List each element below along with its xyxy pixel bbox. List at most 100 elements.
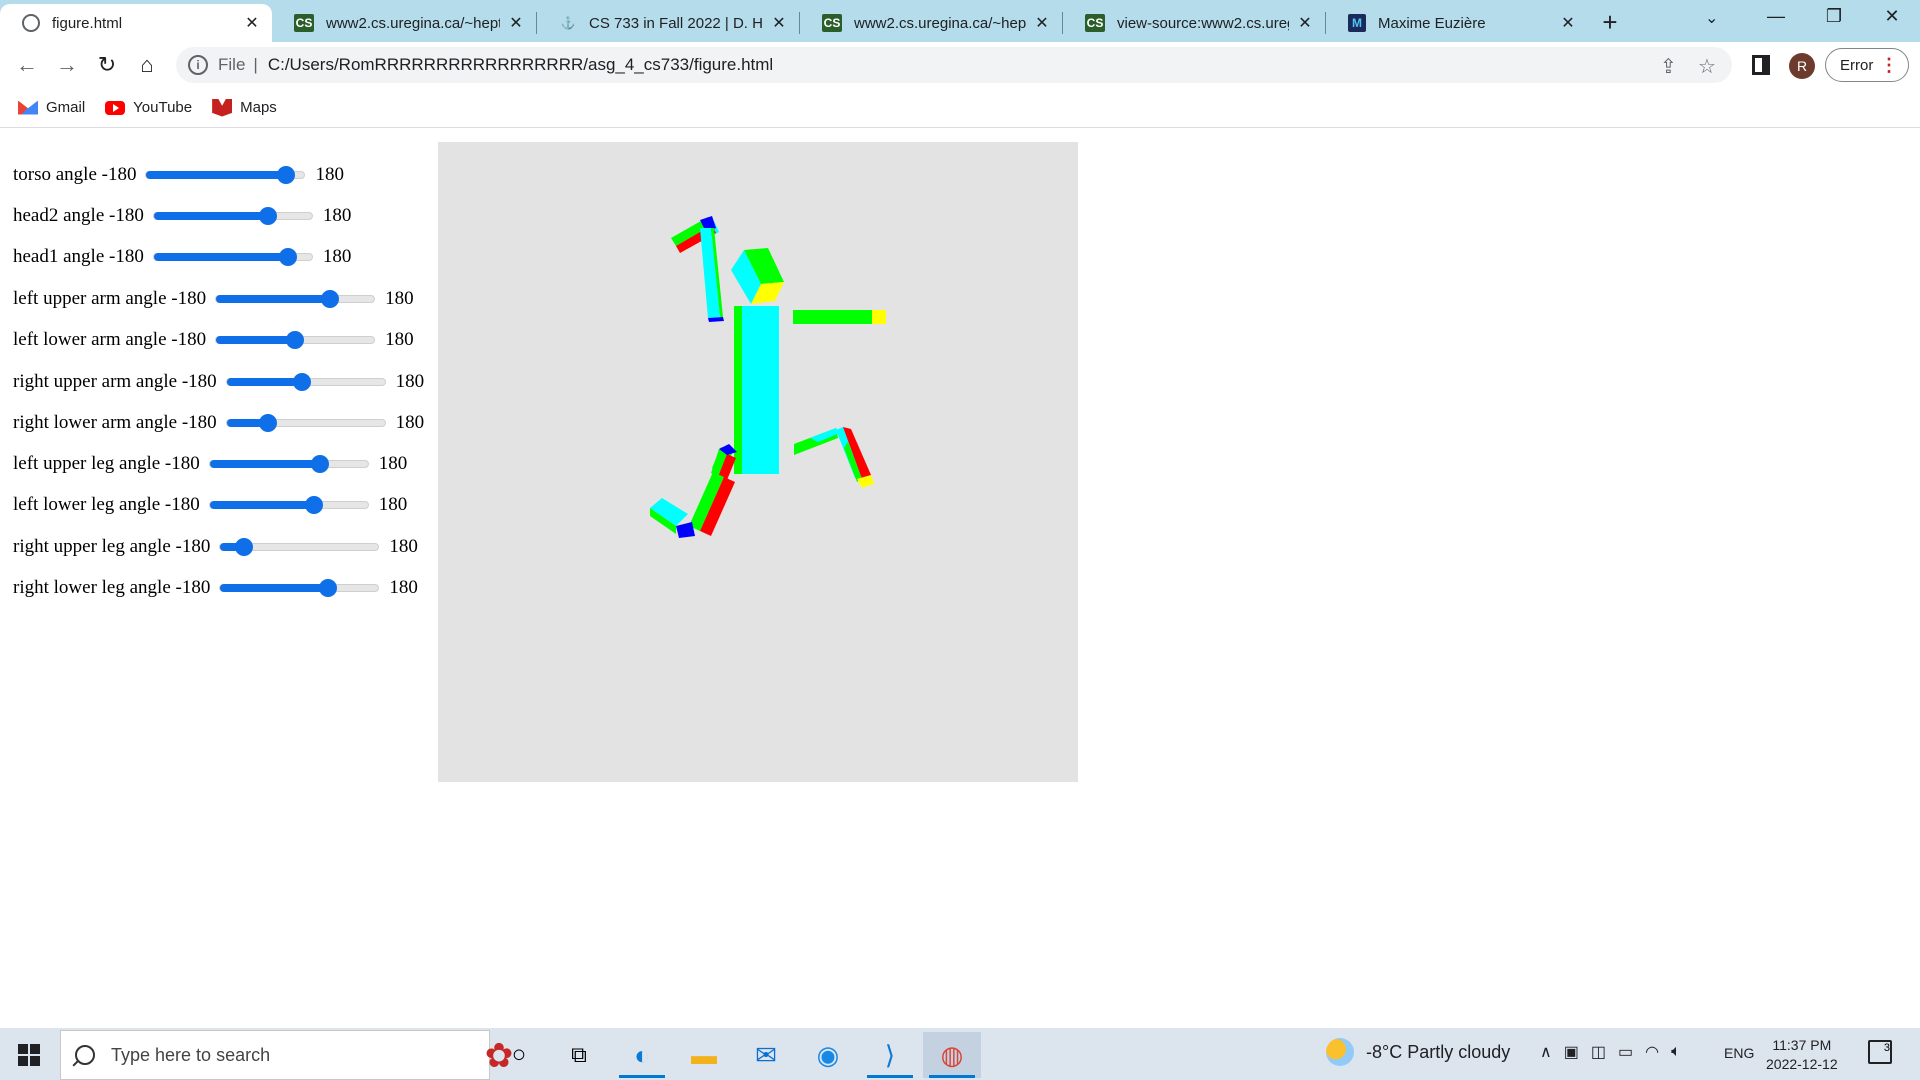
slider-fill bbox=[153, 253, 289, 261]
home-icon[interactable]: ⌂ bbox=[132, 50, 162, 80]
slider-thumb[interactable] bbox=[235, 538, 254, 556]
side-panel-icon[interactable] bbox=[1752, 55, 1770, 75]
slider-label: right upper leg angle -180 bbox=[13, 536, 211, 557]
angle-slider[interactable] bbox=[225, 373, 386, 391]
tab-uregina-2[interactable]: CS www2.cs.uregina.ca/~hepti ✕ bbox=[800, 4, 1062, 42]
close-icon[interactable]: ✕ bbox=[769, 13, 789, 33]
bookmark-gmail[interactable]: Gmail bbox=[18, 99, 85, 116]
chrome-icon[interactable]: ◍ bbox=[923, 1032, 981, 1078]
scheme-label: File bbox=[218, 55, 246, 74]
slider-label: head1 angle -180 bbox=[13, 246, 144, 267]
tab-search-chevron-icon[interactable]: ⌄ bbox=[1705, 8, 1718, 28]
file-explorer-icon[interactable]: ▬ bbox=[675, 1032, 733, 1078]
slider-label: left upper leg angle -180 bbox=[13, 453, 200, 474]
windows-start-icon[interactable] bbox=[18, 1044, 40, 1066]
slider-thumb[interactable] bbox=[311, 455, 330, 473]
messenger-icon[interactable]: ◉ bbox=[799, 1032, 857, 1078]
taskbar-search-box[interactable]: Type here to search ✿ bbox=[60, 1030, 513, 1080]
close-icon[interactable]: ✕ bbox=[1558, 13, 1578, 33]
slider-thumb[interactable] bbox=[305, 496, 324, 514]
volume-icon[interactable]: 🔈︎ bbox=[1671, 1043, 1681, 1061]
angle-slider[interactable] bbox=[152, 207, 313, 225]
wifi-icon[interactable]: ◠ bbox=[1645, 1042, 1659, 1062]
close-icon[interactable]: ✕ bbox=[506, 13, 526, 33]
webgl-canvas[interactable] bbox=[438, 142, 1078, 782]
slider-thumb[interactable] bbox=[258, 207, 277, 225]
close-icon[interactable]: ✕ bbox=[1032, 13, 1052, 33]
slider-thumb[interactable] bbox=[286, 331, 305, 349]
error-button[interactable]: Error ⋮ bbox=[1825, 48, 1909, 82]
close-icon[interactable]: ✕ bbox=[1295, 13, 1315, 33]
angle-slider[interactable] bbox=[219, 538, 380, 556]
slider-thumb[interactable] bbox=[293, 373, 312, 391]
angle-slider[interactable] bbox=[225, 414, 386, 432]
slider-max-label: 180 bbox=[378, 494, 408, 515]
new-tab-button[interactable]: + bbox=[1596, 9, 1624, 37]
slider-thumb[interactable] bbox=[276, 166, 295, 184]
close-icon[interactable]: ✕ bbox=[242, 13, 262, 33]
slider-max-label: 180 bbox=[389, 536, 418, 557]
bookmark-maps[interactable]: Maps bbox=[212, 98, 277, 117]
language-indicator[interactable]: ENG bbox=[1724, 1045, 1754, 1061]
task-view-icon[interactable]: ⧉ bbox=[550, 1032, 608, 1078]
info-icon[interactable]: i bbox=[188, 55, 208, 75]
notification-center-icon[interactable]: 3 bbox=[1868, 1040, 1892, 1064]
angle-slider[interactable] bbox=[215, 331, 376, 349]
tab-maxime-euziere[interactable]: M Maxime Euzière ✕ bbox=[1326, 4, 1588, 42]
network-drive-icon[interactable]: ◫ bbox=[1591, 1042, 1606, 1062]
url-text[interactable]: C:/Users/RomRRRRRRRRRRRRRRRRR/asg_4_cs73… bbox=[268, 55, 773, 75]
slider-thumb[interactable] bbox=[258, 414, 277, 432]
slider-thumb[interactable] bbox=[318, 579, 337, 597]
forward-arrow-icon[interactable]: → bbox=[52, 50, 82, 80]
slider-max-label: 180 bbox=[385, 288, 414, 309]
tab-cs733[interactable]: ⚓ CS 733 in Fall 2022 | D. H. H ✕ bbox=[537, 4, 799, 42]
tab-title: www2.cs.uregina.ca/~hepti bbox=[326, 14, 500, 32]
angle-slider[interactable] bbox=[208, 455, 369, 473]
mt-favicon-icon: M bbox=[1348, 14, 1366, 32]
slider-max-label: 180 bbox=[389, 577, 418, 598]
back-arrow-icon[interactable]: ← bbox=[12, 50, 42, 80]
reload-icon[interactable]: ↻ bbox=[92, 50, 122, 80]
slider-row: left upper arm angle -180 180 bbox=[13, 284, 414, 314]
profile-avatar[interactable]: R bbox=[1789, 53, 1815, 79]
page-content: torso angle -180 180 head2 angle -180 180 he… bbox=[0, 129, 1920, 1028]
slider-fill bbox=[216, 336, 296, 344]
slider-thumb[interactable] bbox=[320, 290, 339, 308]
battery-icon[interactable]: ▭ bbox=[1618, 1042, 1633, 1062]
mcafee-maps-icon bbox=[212, 98, 233, 117]
torso-side bbox=[734, 306, 742, 474]
cs-favicon-icon: CS bbox=[822, 14, 842, 32]
bookmark-youtube[interactable]: YouTube bbox=[105, 99, 192, 116]
minimize-icon[interactable]: — bbox=[1756, 6, 1796, 34]
slider-label: left upper arm angle -180 bbox=[13, 288, 207, 309]
mail-icon[interactable]: ✉ bbox=[737, 1032, 795, 1078]
window-close-icon[interactable]: ✕ bbox=[1872, 6, 1912, 34]
edge-icon[interactable]: ◐ bbox=[613, 1032, 671, 1078]
globe-icon bbox=[22, 14, 40, 32]
angle-slider[interactable] bbox=[152, 248, 313, 266]
weather-widget[interactable]: -8°C Partly cloudy bbox=[1326, 1038, 1510, 1066]
restore-icon[interactable]: ❐ bbox=[1814, 6, 1854, 34]
bookmark-label: Maps bbox=[240, 99, 277, 116]
angle-slider[interactable] bbox=[219, 579, 380, 597]
share-icon[interactable]: ⇪ bbox=[1660, 54, 1677, 79]
angle-slider[interactable] bbox=[215, 290, 376, 308]
meet-now-icon[interactable]: ▣ bbox=[1564, 1042, 1579, 1062]
angle-slider[interactable] bbox=[208, 496, 369, 514]
bookmarks-bar: Gmail YouTube Maps bbox=[0, 88, 1920, 128]
tab-figure-html[interactable]: figure.html ✕ bbox=[0, 4, 272, 42]
slider-fill bbox=[209, 460, 321, 468]
tab-view-source[interactable]: CS view-source:www2.cs.uregi ✕ bbox=[1063, 4, 1325, 42]
tray-chevron-icon[interactable]: ∧ bbox=[1540, 1042, 1552, 1062]
tab-uregina-1[interactable]: CS www2.cs.uregina.ca/~hepti ✕ bbox=[272, 4, 536, 42]
bookmark-star-icon[interactable]: ☆ bbox=[1698, 54, 1716, 79]
slider-max-label: 180 bbox=[395, 371, 425, 392]
vscode-icon[interactable]: ⟩ bbox=[861, 1032, 919, 1078]
windows-taskbar: Type here to search ✿ ○ ⧉ ◐ ▬ ✉ ◉ ⟩ ◍ -8… bbox=[0, 1028, 1920, 1080]
cortana-icon[interactable]: ○ bbox=[490, 1032, 548, 1078]
angle-slider[interactable] bbox=[145, 166, 306, 184]
clock[interactable]: 11:37 PM 2022-12-12 bbox=[1766, 1036, 1838, 1074]
search-icon bbox=[75, 1045, 95, 1065]
slider-thumb[interactable] bbox=[279, 248, 298, 266]
address-bar[interactable]: i File | C:/Users/RomRRRRRRRRRRRRRRRRR/a… bbox=[176, 47, 1732, 83]
